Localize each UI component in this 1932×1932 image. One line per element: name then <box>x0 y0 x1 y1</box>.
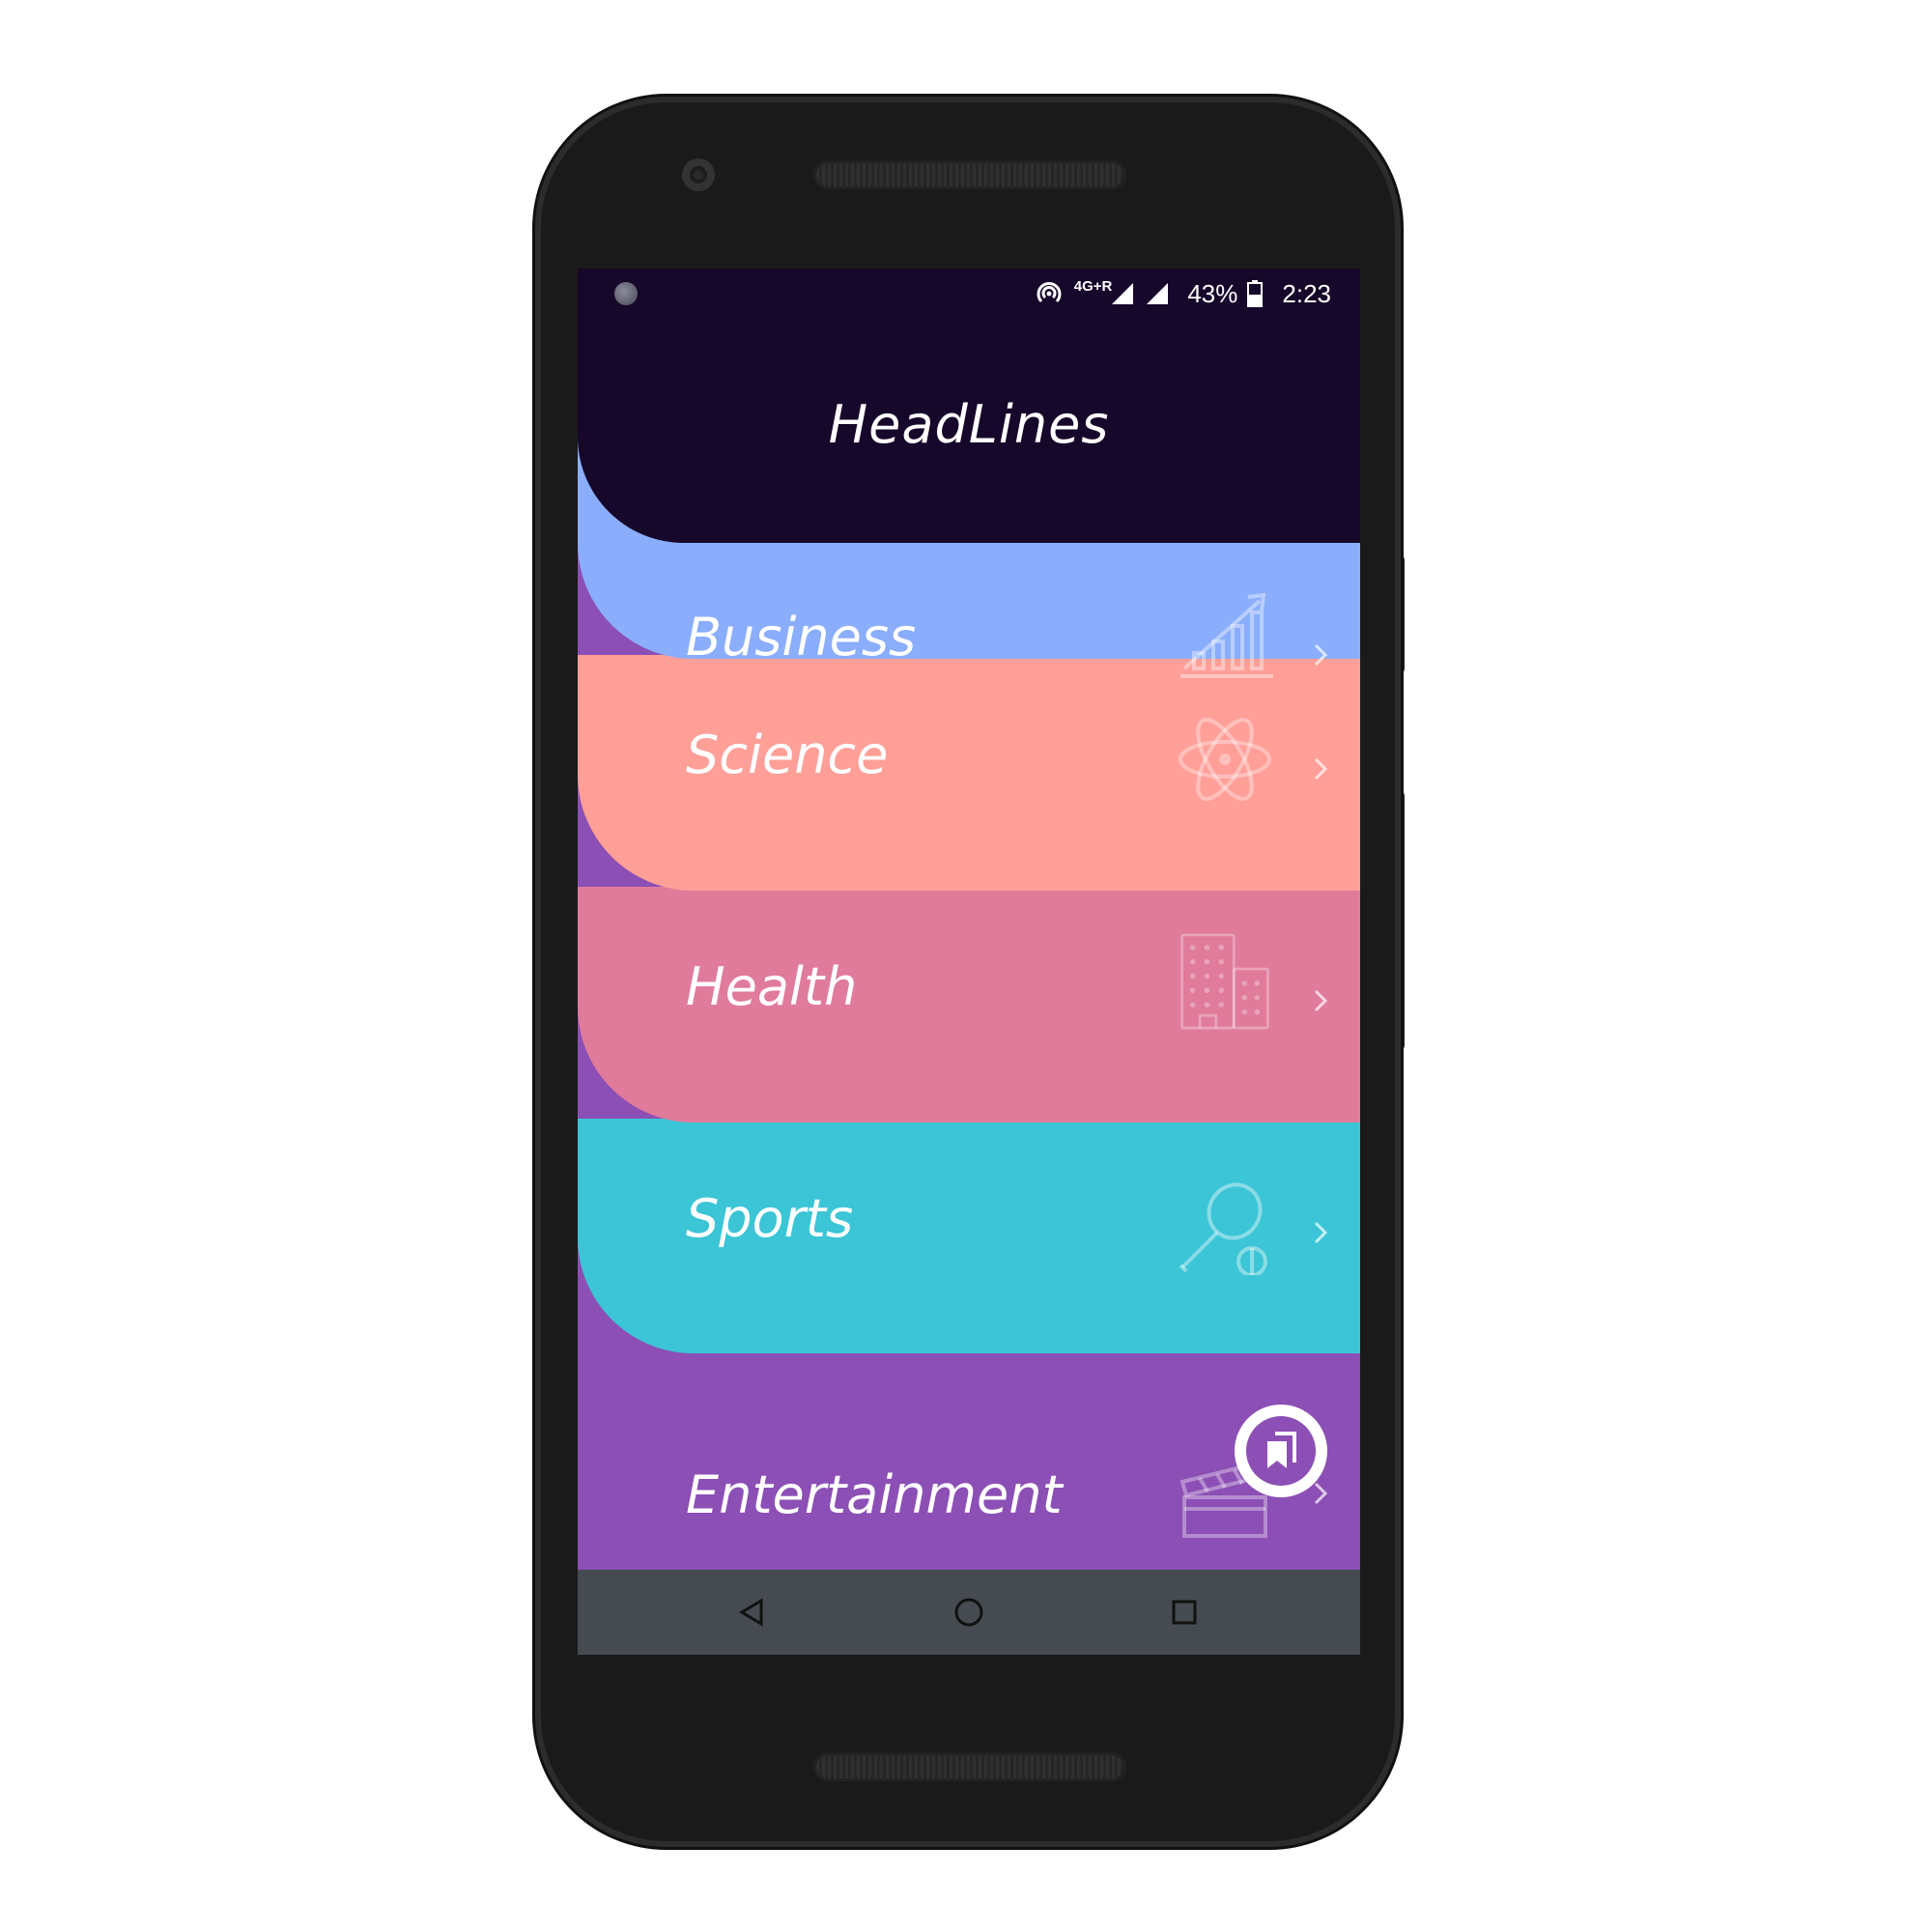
hotspot-icon <box>1037 282 1062 303</box>
building-icon <box>1180 933 1269 1030</box>
clock: 2:23 <box>1282 278 1331 308</box>
volume-button <box>1395 790 1405 1051</box>
status-icons: 4G+R 43% 2:23 <box>1034 276 1331 311</box>
bottom-speaker <box>813 1752 1126 1781</box>
front-camera <box>682 158 715 191</box>
category-health[interactable]: Health <box>578 887 1360 1122</box>
bookmarks-button-inner <box>1246 1416 1316 1486</box>
recents-icon <box>1172 1600 1197 1625</box>
status-bar: 4G+R 43% 2:23 <box>578 269 1360 317</box>
category-sports[interactable]: Sports <box>578 1119 1360 1353</box>
power-button <box>1395 554 1405 674</box>
bookmarks-icon <box>1267 1432 1296 1468</box>
bookmarks-button[interactable] <box>1235 1405 1327 1497</box>
app-title: HeadLines <box>828 394 1110 455</box>
top-speaker <box>813 160 1126 189</box>
notification-dot-icon <box>614 282 638 305</box>
category-label: Health <box>686 956 858 1017</box>
navigation-bar <box>578 1570 1360 1655</box>
chevron-right-icon <box>1314 1482 1328 1505</box>
signal-icon <box>1147 283 1169 304</box>
battery-icon <box>1247 280 1264 307</box>
recents-button[interactable] <box>1165 1593 1204 1632</box>
chevron-right-icon <box>1314 643 1328 667</box>
back-button[interactable] <box>732 1593 771 1632</box>
tennis-racket-icon <box>1179 1182 1267 1275</box>
signal-icon <box>1112 283 1134 304</box>
device-frame: Entertainment Sports Health Science Busi… <box>0 0 1932 1932</box>
category-label: Science <box>686 724 889 785</box>
chevron-right-icon <box>1314 1221 1328 1244</box>
bar-chart-icon <box>1180 592 1273 678</box>
category-label: Sports <box>686 1188 854 1249</box>
chevron-right-icon <box>1314 989 1328 1012</box>
back-icon <box>739 1598 763 1627</box>
home-icon <box>954 1598 983 1627</box>
network-type-label: 4G+R <box>1073 277 1113 295</box>
chevron-right-icon <box>1314 757 1328 781</box>
atom-icon <box>1179 718 1271 801</box>
screen: Entertainment Sports Health Science Busi… <box>578 269 1360 1655</box>
category-label: Business <box>686 607 917 668</box>
battery-percent: 43% <box>1187 278 1238 308</box>
home-button[interactable] <box>950 1593 988 1632</box>
category-science[interactable]: Science <box>578 655 1360 891</box>
category-label: Entertainment <box>686 1464 1063 1525</box>
